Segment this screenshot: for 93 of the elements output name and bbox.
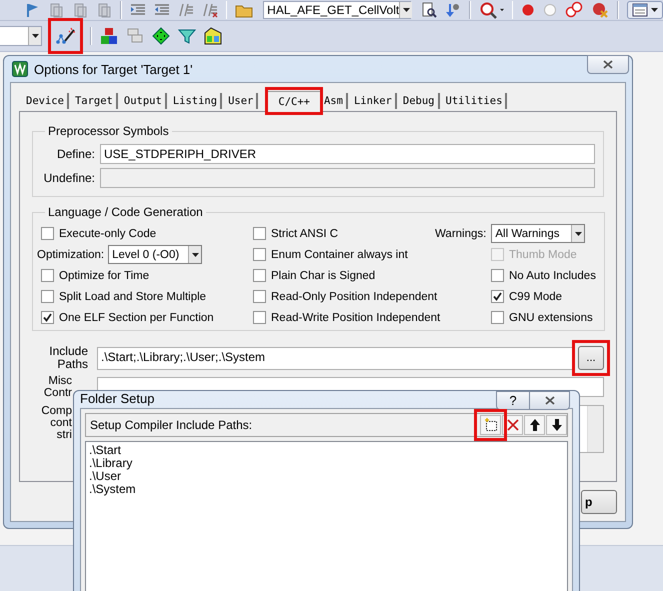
checkbox[interactable] [491,311,504,324]
checkbox[interactable] [253,227,266,240]
checkbox-label: GNU extensions [509,312,593,324]
group-title: Language / Code Generation [47,205,204,219]
checkbox-label: C99 Mode [509,290,562,302]
list-item[interactable]: .\Library [89,457,564,470]
close-icon [603,60,613,69]
checkbox-label: Plain Char is Signed [271,270,376,282]
checkbox-label: Execute-only Code [59,228,156,240]
scrollbar[interactable] [587,406,603,452]
checkbox[interactable] [41,290,54,303]
uncomment-icon[interactable] [202,2,218,18]
checkbox[interactable] [41,227,54,240]
list-item[interactable]: .\Start [89,444,564,457]
indent-icon[interactable] [130,2,146,18]
magic-wand-icon[interactable] [56,27,76,45]
dropdown-arrow-icon [192,252,199,256]
blocks-icon[interactable] [100,27,118,45]
magnifier-icon[interactable] [478,1,497,19]
field-label: Misc Contr [42,375,72,399]
tiles-icon[interactable] [204,27,222,45]
circles-icon[interactable] [565,1,584,19]
checkbox[interactable] [41,269,54,282]
funnel-icon[interactable] [178,27,196,45]
up-arrow-icon [528,418,540,432]
checkbox-label: Optimize for Time [59,270,150,282]
toolbar-combo-box[interactable] [0,26,42,46]
comment-icon[interactable] [178,2,194,18]
window-title: Folder Setup [80,391,154,406]
outdent-icon[interactable] [154,2,170,18]
field-label: Undefine: [42,171,95,185]
define-field[interactable]: USE_STDPERIPH_DRIVER [100,144,595,164]
checkbox-label: No Auto Includes [509,270,596,282]
caret-icon[interactable] [500,8,504,12]
checkbox-label: Enum Container always int [271,248,408,260]
list-item[interactable]: .\User [89,470,564,483]
app-icon [12,61,28,77]
window-title: Options for Target 'Target 1' [34,62,193,76]
field-label: Comp cont stri [40,405,72,441]
list-title: Setup Compiler Include Paths: [90,418,254,432]
breakpoint-icon[interactable] [521,3,536,17]
new-folder-button[interactable] [480,415,501,435]
move-up-button[interactable] [524,415,545,435]
document-search-icon[interactable] [421,2,438,18]
close-button[interactable] [530,391,570,410]
field-label: Optimization: [37,248,104,260]
windows-icon[interactable] [126,27,144,45]
list-item[interactable]: .\System [89,483,564,496]
down-arrow-icon [550,418,562,432]
caret-icon [650,8,658,12]
window-icon [632,3,648,17]
field-label: Include Paths [48,345,88,371]
dropdown[interactable]: All Warnings [491,224,586,243]
dropdown-arrow-icon [574,232,582,236]
breakpoint-delete-icon[interactable] [591,1,610,19]
diamond-icon[interactable] [152,27,170,45]
document-icon[interactable] [48,2,64,18]
checkbox[interactable] [491,290,504,303]
move-down-button[interactable] [546,415,567,435]
document-icon[interactable] [72,2,88,18]
flag-icon[interactable] [24,2,40,18]
group-title: Preprocessor Symbols [47,124,170,138]
field-label: Define: [56,147,95,161]
close-button[interactable] [587,55,629,74]
browse-button[interactable]: ... [578,346,604,370]
delete-icon [506,418,520,432]
window-view-button[interactable] [626,1,663,19]
dropdown[interactable]: Level 0 (-O0) [108,245,202,264]
dropdown-arrow-icon [32,34,38,38]
checkbox-label: Read-Only Position Independent [271,290,438,302]
document-icon[interactable] [96,2,112,18]
checkbox[interactable] [253,269,266,282]
dropdown-arrow-icon [402,8,410,12]
checkbox[interactable] [491,269,504,282]
field-label: Warnings: [435,228,486,240]
checkbox-label: Split Load and Store Multiple [59,290,206,302]
new-folder-icon [484,418,498,432]
tab[interactable]: C/C++ [267,91,321,112]
checkbox-label: Read-Write Position Independent [271,312,440,324]
checkbox[interactable] [41,311,54,324]
help-button[interactable]: p [581,490,617,514]
checkbox[interactable] [253,290,266,303]
include-paths-field[interactable]: .\Start;.\Library;.\User;.\System [97,346,573,370]
checkbox-label: Strict ANSI C [271,228,338,240]
close-icon [544,396,554,405]
undefine-field[interactable] [100,168,595,188]
circle-icon[interactable] [543,3,558,17]
help-button[interactable]: ? [496,391,530,410]
checkbox-label: Thumb Mode [509,248,577,260]
checkbox[interactable] [253,311,266,324]
checkbox[interactable] [253,248,266,261]
function-combo-box[interactable]: HAL_AFE_GET_CellVolt [263,1,412,19]
checkbox-label: One ELF Section per Function [59,312,214,324]
